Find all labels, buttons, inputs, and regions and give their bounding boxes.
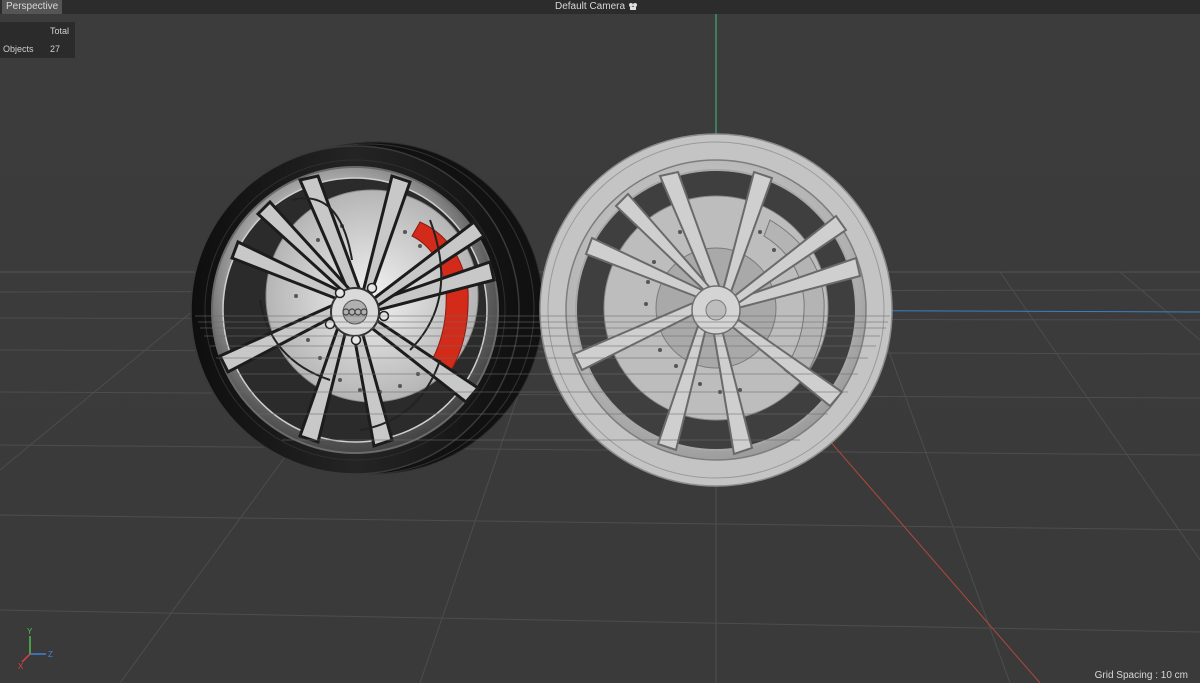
textured-wheel[interactable] bbox=[190, 141, 544, 475]
stats-column-header: Total bbox=[50, 26, 70, 36]
grid-spacing-readout: Grid Spacing : 10 cm bbox=[1094, 670, 1188, 681]
stats-row-value: 27 bbox=[50, 44, 61, 54]
view-name-menu[interactable]: Perspective bbox=[2, 0, 63, 14]
axis-y-label: Y bbox=[27, 627, 33, 636]
camera-name: Default Camera bbox=[555, 1, 626, 12]
camera-icon bbox=[629, 3, 638, 10]
3d-viewport[interactable]: Perspective Default Camera Total Objects… bbox=[0, 0, 1200, 683]
axis-x-label: X bbox=[18, 662, 24, 671]
untextured-wheel[interactable] bbox=[539, 133, 893, 487]
scene-render[interactable] bbox=[0, 0, 1200, 683]
scene-stats-panel: Total Objects 27 bbox=[0, 22, 75, 58]
camera-selector[interactable]: Default Camera bbox=[555, 0, 638, 13]
stats-row-label: Objects bbox=[3, 44, 34, 54]
axis-gizmo: Y Z X bbox=[18, 627, 53, 671]
axis-z-label: Z bbox=[48, 650, 53, 659]
